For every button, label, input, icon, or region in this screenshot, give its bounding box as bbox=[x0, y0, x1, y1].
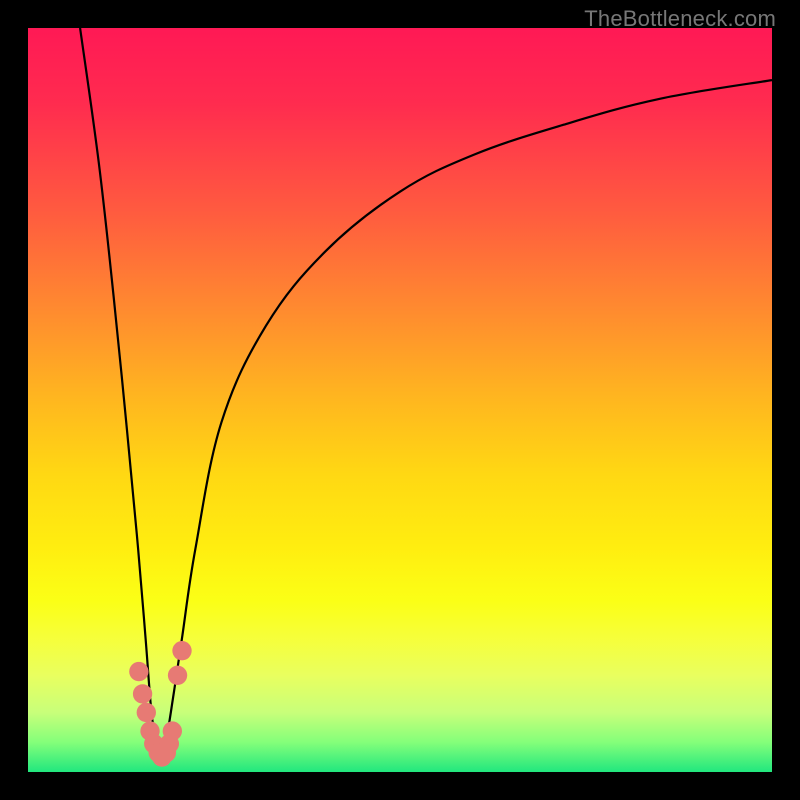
curve-left-branch bbox=[80, 28, 162, 757]
curve-right-branch bbox=[162, 80, 772, 757]
chart-frame: TheBottleneck.com bbox=[0, 0, 800, 800]
marker-cluster bbox=[129, 641, 191, 767]
chart-svg bbox=[28, 28, 772, 772]
marker-dot bbox=[137, 703, 156, 722]
marker-dot bbox=[133, 684, 152, 703]
marker-dot bbox=[168, 666, 187, 685]
marker-dot bbox=[172, 641, 191, 660]
plot-area bbox=[28, 28, 772, 772]
marker-dot bbox=[129, 662, 148, 681]
marker-dot bbox=[163, 721, 182, 740]
